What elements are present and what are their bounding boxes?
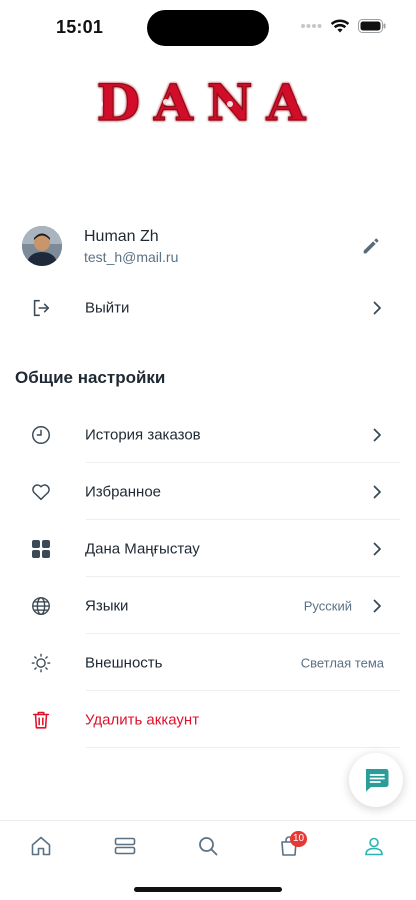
chevron-right-icon: [373, 599, 381, 612]
menu-item-favorites[interactable]: Избранное: [0, 463, 416, 520]
profile-row[interactable]: Human Zh test_h@mail.ru: [0, 216, 416, 276]
dana-logo: DANA: [78, 72, 338, 132]
menu-item-label: Языки: [85, 597, 129, 614]
profile-name: Human Zh: [84, 228, 159, 245]
menu-item-label: Внешность: [85, 654, 163, 671]
heart-icon: [30, 481, 52, 503]
edit-profile-button[interactable]: [360, 235, 382, 257]
battery-icon: [358, 19, 386, 33]
menu-item-label: Избранное: [85, 483, 162, 500]
search-icon: [199, 837, 218, 856]
avatar: [22, 226, 62, 266]
home-indicator: [134, 887, 282, 892]
dynamic-island: [147, 10, 269, 46]
home-icon: [31, 836, 51, 856]
chevron-right-icon: [373, 301, 381, 315]
divider: [86, 747, 400, 748]
chevron-right-icon: [373, 485, 381, 498]
menu-item-dana-mangystau[interactable]: Дана Маңғыстау: [0, 520, 416, 577]
menu-item-label: История заказов: [85, 426, 201, 443]
cellular-signal-icon: [301, 24, 322, 28]
logout-label: Выйти: [85, 299, 130, 317]
current-language-value: Русский: [303, 598, 352, 613]
current-theme-value: Светлая тема: [300, 655, 384, 670]
menu-item-label: Удалить аккаунт: [85, 711, 200, 728]
logout-icon: [30, 297, 52, 319]
tab-home[interactable]: [28, 833, 54, 859]
profile-email: test_h@mail.ru: [84, 249, 179, 265]
globe-icon: [30, 595, 52, 617]
menu-item-appearance[interactable]: Внешность Светлая тема: [0, 634, 416, 691]
pencil-icon: [363, 238, 379, 254]
menu-item-languages[interactable]: Языки Русский: [0, 577, 416, 634]
chat-icon: [366, 769, 389, 792]
cart-badge: 10: [290, 831, 308, 847]
grid-icon: [30, 538, 52, 560]
profile-icon: [365, 837, 383, 856]
section-title-general-settings: Общие настройки: [15, 368, 166, 387]
status-icons: [300, 18, 386, 34]
menu-item-delete-account[interactable]: Удалить аккаунт: [0, 691, 416, 748]
status-bar: 15:01: [0, 0, 416, 56]
tab-search[interactable]: [195, 833, 221, 859]
trash-icon: [30, 709, 52, 731]
chevron-right-icon: [373, 428, 381, 441]
catalog-icon: [114, 837, 136, 855]
chat-button[interactable]: [349, 753, 403, 807]
menu-item-order-history[interactable]: История заказов: [0, 406, 416, 463]
tab-profile[interactable]: [361, 833, 387, 859]
status-time: 15:01: [56, 17, 104, 37]
clock-icon: [30, 424, 52, 446]
wifi-icon: [330, 19, 350, 33]
logout-row[interactable]: Выйти: [0, 284, 416, 332]
tab-catalog[interactable]: [112, 833, 138, 859]
logo-text: DANA: [97, 74, 320, 130]
menu-item-label: Дана Маңғыстау: [85, 540, 200, 557]
sun-icon: [30, 652, 52, 674]
chevron-right-icon: [373, 542, 381, 555]
settings-menu: История заказов Избранное Дана Маңғыстау: [0, 406, 416, 748]
